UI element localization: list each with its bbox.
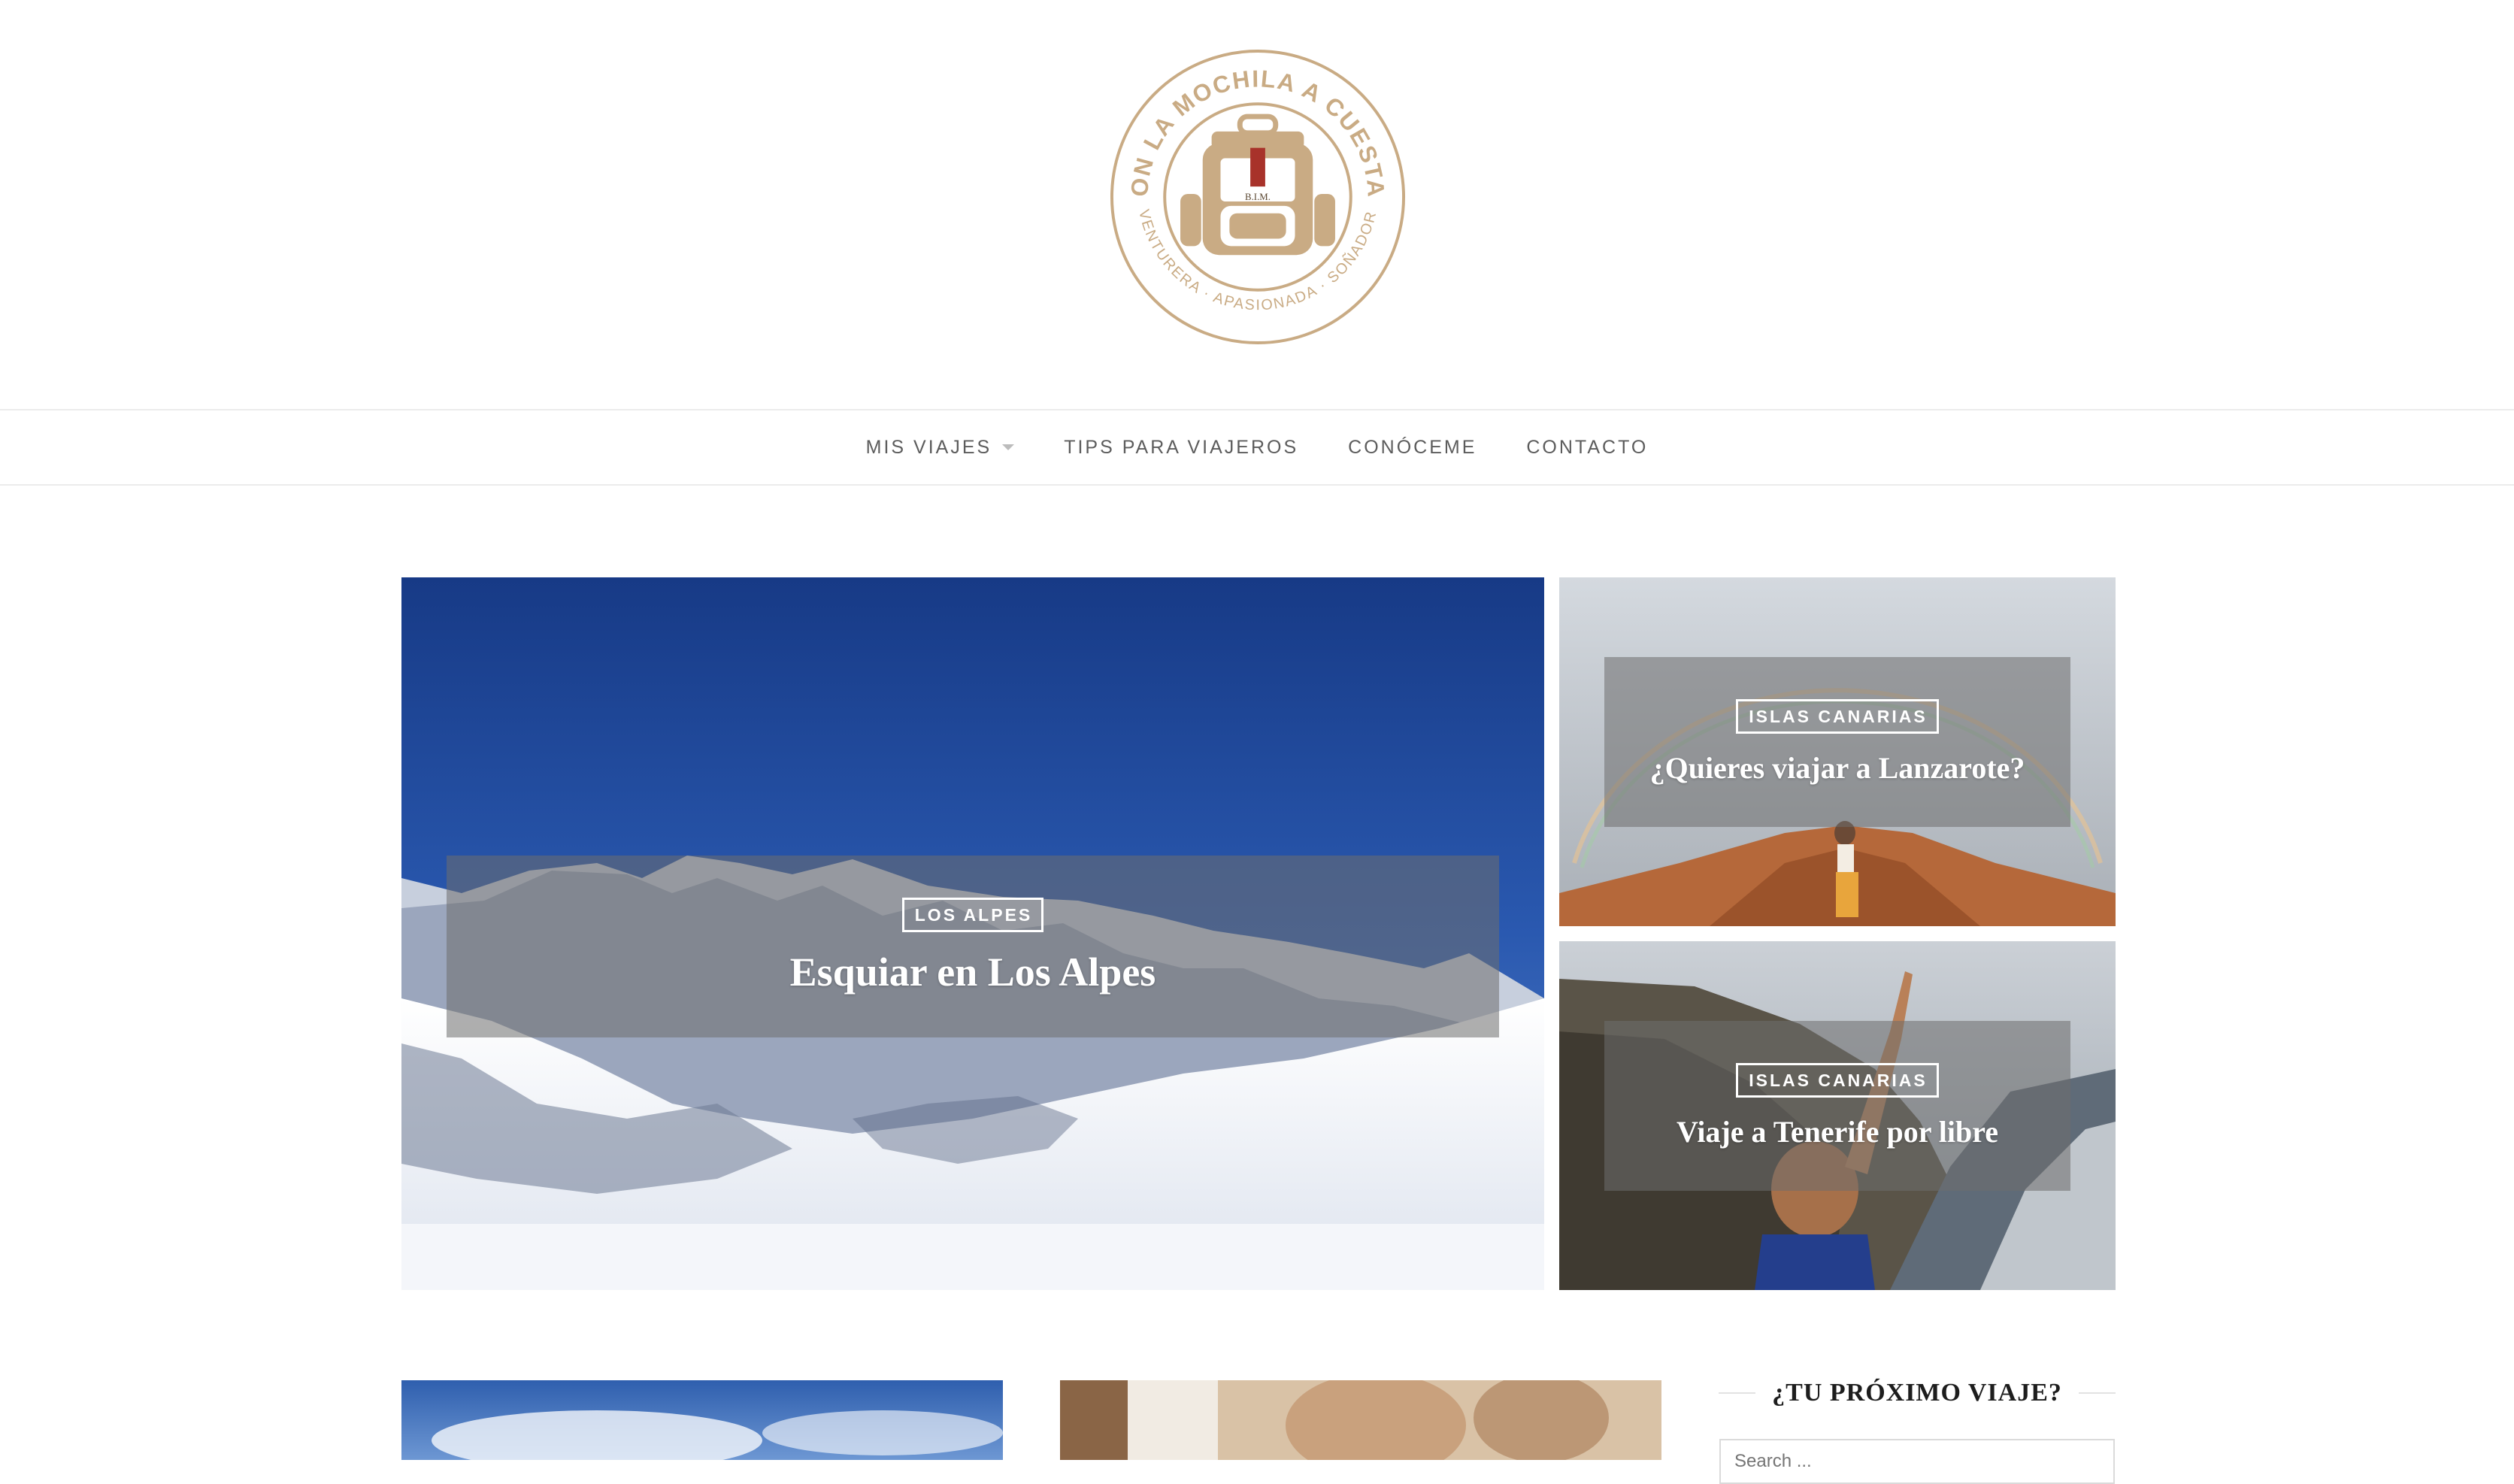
featured-post-side-bottom[interactable]: ISLAS CANARIAS Viaje a Tenerife por libr…	[1559, 941, 2116, 1290]
divider	[2078, 1392, 2116, 1394]
post-thumbnail[interactable]	[1060, 1380, 1661, 1460]
nav-label: CONTACTO	[1526, 436, 1649, 458]
post-title[interactable]: Viaje a Tenerife por libre	[1677, 1114, 1998, 1149]
backpack-logo-icon: CON LA MOCHILA A CUESTAS AVENTURERA · AP…	[1109, 48, 1406, 345]
nav-item-conoceme[interactable]: CONÓCEME	[1323, 437, 1501, 459]
svg-text:B.I.M.: B.I.M.	[1245, 192, 1271, 202]
nav-item-mis-viajes[interactable]: MIS VIAJES	[841, 437, 1040, 459]
sidebar-widget-title: ¿TU PRÓXIMO VIAJE?	[1719, 1374, 2116, 1412]
category-badge[interactable]: ISLAS CANARIAS	[1736, 1062, 1939, 1098]
nav-label: MIS VIAJES	[865, 436, 992, 458]
nav-item-contacto[interactable]: CONTACTO	[1501, 437, 1673, 459]
featured-post-side-top[interactable]: ISLAS CANARIAS ¿Quieres viajar a Lanzaro…	[1559, 577, 2116, 926]
main-navigation: MIS VIAJES TIPS PARA VIAJEROS CONÓCEME C…	[0, 409, 2514, 486]
sky-clouds-image	[401, 1380, 1003, 1460]
post-overlay: LOS ALPES Esquiar en Los Alpes	[447, 856, 1499, 1037]
post-overlay: ISLAS CANARIAS Viaje a Tenerife por libr…	[1604, 1021, 2070, 1191]
nav-label: CONÓCEME	[1348, 436, 1477, 458]
post-overlay: ISLAS CANARIAS ¿Quieres viajar a Lanzaro…	[1604, 657, 2070, 827]
featured-post-main[interactable]: LOS ALPES Esquiar en Los Alpes	[401, 577, 1544, 1290]
nav-label: TIPS PARA VIAJEROS	[1064, 436, 1299, 458]
nav-item-tips-para-viajeros[interactable]: TIPS PARA VIAJEROS	[1039, 437, 1323, 459]
category-badge[interactable]: LOS ALPES	[901, 898, 1044, 932]
search-input[interactable]	[1719, 1439, 2115, 1484]
interior-photo-image	[1060, 1380, 1661, 1460]
post-thumbnail[interactable]	[401, 1380, 1003, 1460]
category-badge[interactable]: ISLAS CANARIAS	[1736, 698, 1939, 734]
site-logo[interactable]: CON LA MOCHILA A CUESTAS AVENTURERA · AP…	[1109, 48, 1407, 346]
post-title[interactable]: Esquiar en Los Alpes	[790, 949, 1156, 995]
widget-title-text: ¿TU PRÓXIMO VIAJE?	[1772, 1379, 2062, 1407]
post-title[interactable]: ¿Quieres viajar a Lanzarote?	[1650, 750, 2025, 786]
dropdown-caret-icon	[1002, 444, 1015, 450]
divider	[1719, 1392, 1756, 1394]
